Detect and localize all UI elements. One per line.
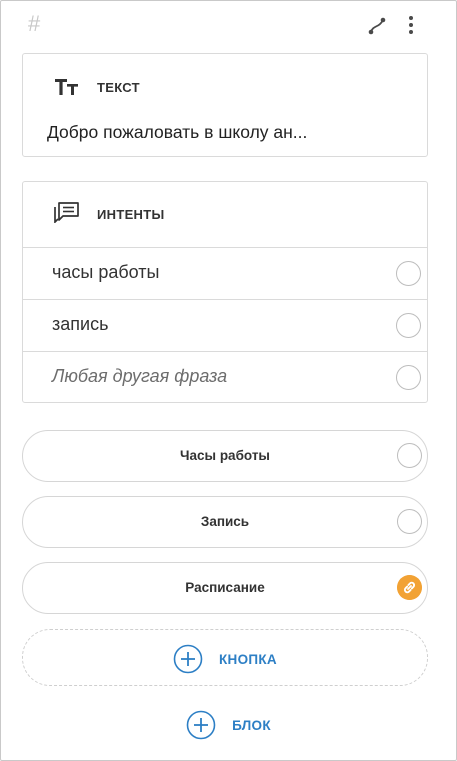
- reply-button[interactable]: Расписание: [22, 562, 428, 614]
- text-card-header: ТЕКСТ: [23, 54, 427, 118]
- intents-card: ИНТЕНТЫ часы работы запись Любая другая …: [22, 181, 428, 403]
- add-block-content: БЛОК: [1, 710, 456, 740]
- add-button[interactable]: КНОПКА: [22, 629, 428, 686]
- text-card[interactable]: ТЕКСТ Добро пожаловать в школу ан...: [22, 53, 428, 157]
- reply-button-label: Расписание: [185, 580, 265, 595]
- plus-circle-icon: [173, 644, 203, 674]
- intent-connector[interactable]: [396, 261, 421, 286]
- intent-label: запись: [52, 314, 109, 334]
- intent-item[interactable]: запись: [23, 299, 427, 351]
- link-icon[interactable]: [397, 575, 422, 600]
- block-toolbar: #: [1, 1, 456, 49]
- reply-button[interactable]: Часы работы: [22, 430, 428, 482]
- intent-label: часы работы: [52, 262, 160, 282]
- text-card-body: Добро пожаловать в школу ан...: [47, 122, 308, 142]
- intent-item-fallback[interactable]: Любая другая фраза: [23, 351, 427, 403]
- button-connector[interactable]: [397, 509, 422, 534]
- block-hash: #: [28, 11, 41, 36]
- intents-card-header: ИНТЕНТЫ: [23, 182, 427, 246]
- reply-button-label: Запись: [200, 514, 250, 529]
- text-card-title: ТЕКСТ: [97, 80, 140, 95]
- intent-item[interactable]: часы работы: [23, 247, 427, 299]
- add-block-label: БЛОК: [232, 717, 271, 733]
- block-card: # ТЕКСТ Добро пожаловать в школу ан... И…: [0, 0, 457, 761]
- text-size-icon: [55, 79, 78, 95]
- reply-button-label: Часы работы: [180, 448, 270, 463]
- add-block-button[interactable]: БЛОК: [1, 708, 456, 742]
- intent-label: Любая другая фраза: [52, 366, 228, 386]
- reply-button[interactable]: Запись: [22, 496, 428, 548]
- chat-list-icon: [54, 202, 79, 223]
- more-vertical-icon[interactable]: [401, 14, 421, 36]
- add-button-label: КНОПКА: [219, 651, 277, 667]
- intents-card-title: ИНТЕНТЫ: [97, 207, 165, 222]
- add-button-content: КНОПКА: [23, 644, 427, 674]
- intent-connector[interactable]: [396, 365, 421, 390]
- intent-connector[interactable]: [396, 313, 421, 338]
- plus-circle-icon: [186, 710, 216, 740]
- connect-icon[interactable]: [367, 16, 387, 36]
- button-connector[interactable]: [397, 443, 422, 468]
